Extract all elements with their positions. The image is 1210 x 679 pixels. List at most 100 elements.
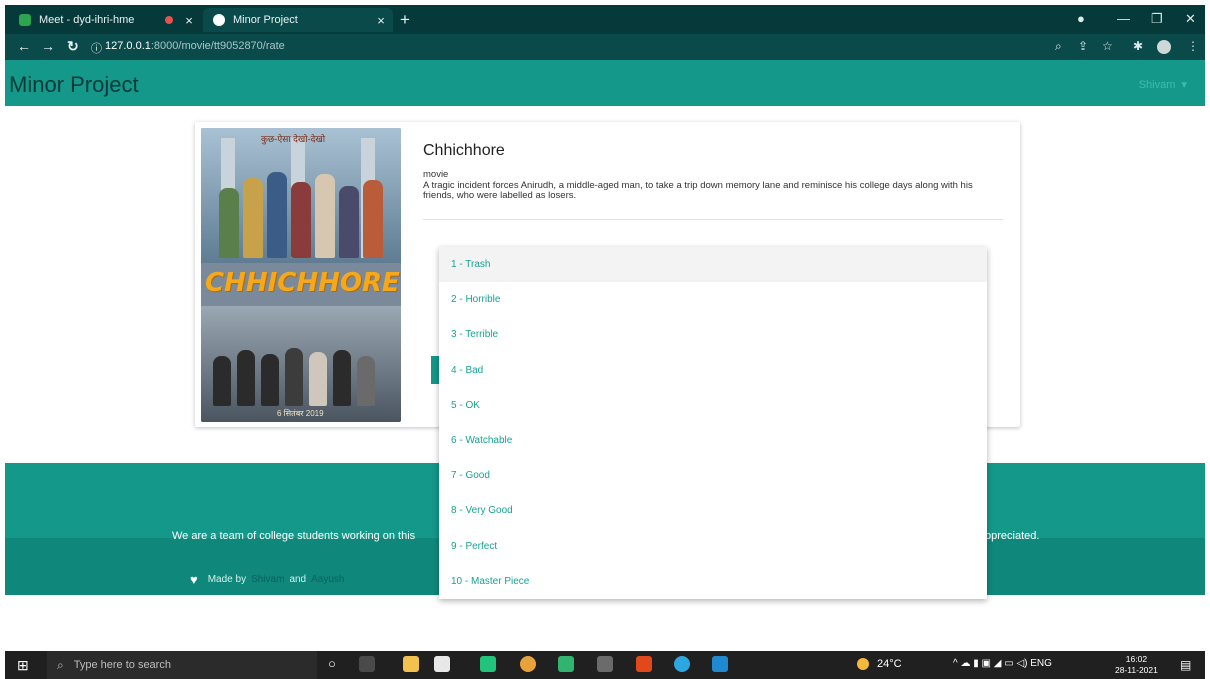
tab-label: Minor Project: [233, 14, 298, 26]
divider: [423, 219, 1003, 220]
movie-description: A tragic incident forces Anirudh, a midd…: [423, 180, 973, 201]
file-explorer-icon[interactable]: [403, 656, 419, 672]
globe-icon: [213, 14, 225, 26]
clock-time: 16:02: [1125, 654, 1148, 664]
taskbar-search[interactable]: ⌕ Type here to search: [47, 651, 317, 679]
poster-person: [309, 352, 327, 406]
poster-title: CHHICHHORE: [205, 268, 400, 298]
star-icon[interactable]: ☆: [1102, 39, 1113, 53]
rating-option[interactable]: 8 - Very Good: [439, 493, 987, 528]
poster-bottom-scene: 6 सितंबर 2019: [201, 306, 401, 422]
user-name: Shivam: [1138, 79, 1176, 91]
weather-widget[interactable]: 24°C: [857, 658, 902, 670]
poster-person: [285, 348, 303, 406]
poster-person: [339, 186, 359, 258]
cc-icon[interactable]: [597, 656, 613, 672]
poster-person: [363, 180, 383, 258]
made-by-line: ♥ Made by Shivam and Aayush: [190, 572, 349, 587]
poster-person: [357, 356, 375, 406]
close-tab-icon[interactable]: ×: [181, 13, 197, 28]
cortana-icon[interactable]: ○: [328, 656, 344, 672]
poster-person: [315, 174, 335, 258]
author-link-shivam[interactable]: Shivam: [251, 574, 284, 585]
rating-option[interactable]: 7 - Good: [439, 458, 987, 493]
rating-option[interactable]: 6 - Watchable: [439, 423, 987, 458]
rating-option[interactable]: 3 - Terrible: [439, 317, 987, 352]
rating-option[interactable]: 9 - Perfect: [439, 529, 987, 564]
minimize-icon[interactable]: —: [1117, 11, 1130, 26]
made-by-label: Made by: [207, 574, 247, 585]
address-bar: ← → ↻ ⓘ 127.0.0.1:8000/movie/tt9052870/r…: [5, 34, 1205, 60]
store-icon[interactable]: [434, 656, 450, 672]
url-field[interactable]: 127.0.0.1:8000/movie/tt9052870/rate: [105, 40, 285, 52]
rating-option[interactable]: 1 - Trash: [439, 247, 987, 283]
vscode-icon[interactable]: [712, 656, 728, 672]
temperature: 24°C: [877, 658, 902, 670]
screen: Meet - dyd-ihri-hme × Minor Project × + …: [0, 0, 1210, 679]
reload-icon[interactable]: ↻: [67, 38, 79, 55]
tab-meet[interactable]: Meet - dyd-ihri-hme ×: [19, 8, 201, 32]
profile-avatar-icon[interactable]: [1157, 40, 1171, 54]
poster-person: [261, 354, 279, 406]
tab-minor-project[interactable]: Minor Project ×: [203, 8, 393, 32]
poster-tagline: कुछ-ऐसा देखो-देखो: [261, 134, 326, 144]
system-tray[interactable]: ^ ☁ ▮ ▣ ◢ ▭ ◁) ENG: [953, 658, 1052, 669]
rating-option[interactable]: 10 - Master Piece: [439, 564, 987, 599]
recording-icon: [165, 16, 173, 24]
poster-person: [243, 178, 263, 258]
menu-icon[interactable]: ⋮: [1187, 39, 1199, 53]
restore-icon[interactable]: ❐: [1151, 11, 1163, 27]
submit-button-edge[interactable]: [431, 356, 439, 384]
search-placeholder: Type here to search: [73, 659, 171, 671]
author-link-aayush[interactable]: Aayush: [311, 574, 344, 585]
footer-text-end: ppreciated.: [985, 530, 1040, 542]
language-indicator[interactable]: ENG: [1030, 658, 1052, 669]
poster-person: [237, 350, 255, 406]
poster-person: [291, 182, 311, 258]
clock-date: 28-11-2021: [1115, 665, 1158, 675]
movie-type: movie: [423, 169, 449, 180]
office-icon[interactable]: [636, 656, 652, 672]
notification-icon[interactable]: ▤: [1180, 658, 1191, 672]
task-view-icon[interactable]: [359, 656, 375, 672]
search-icon: ⌕: [57, 657, 64, 672]
rating-option[interactable]: 2 - Horrible: [439, 282, 987, 317]
clock[interactable]: 16:02 28-11-2021: [1115, 654, 1158, 676]
poster-release-date: 6 सितंबर 2019: [277, 409, 324, 418]
rating-dropdown: 1 - Trash 2 - Horrible 3 - Terrible 4 - …: [439, 247, 987, 599]
close-tab-icon[interactable]: ×: [373, 13, 389, 28]
poster-person: [333, 350, 351, 406]
close-window-icon[interactable]: ✕: [1185, 11, 1196, 27]
and-label: and: [289, 574, 307, 585]
rating-option[interactable]: 5 - OK: [439, 388, 987, 423]
movie-title: Chhichhore: [423, 142, 505, 159]
app-navbar: Minor Project Shivam ▾: [5, 60, 1205, 106]
zoom-icon[interactable]: ⌕: [1055, 39, 1062, 54]
sun-icon: [857, 658, 869, 670]
footer-text: We are a team of college students workin…: [172, 530, 416, 542]
share-icon[interactable]: ⇪: [1078, 39, 1088, 53]
telegram-icon[interactable]: [674, 656, 690, 672]
brand-logo[interactable]: Minor Project: [9, 72, 139, 98]
info-icon[interactable]: ⓘ: [91, 40, 102, 56]
profile-dot-icon[interactable]: ●: [1077, 11, 1085, 26]
heart-icon: ♥: [190, 572, 198, 587]
forward-arrow-icon[interactable]: →: [41, 38, 55, 54]
new-tab-icon[interactable]: +: [400, 10, 410, 30]
pycharm-icon[interactable]: [480, 656, 496, 672]
back-arrow-icon[interactable]: ←: [17, 38, 31, 54]
app-icon[interactable]: [558, 656, 574, 672]
windows-start-icon[interactable]: ⊞: [17, 657, 29, 674]
poster-person: [219, 188, 239, 258]
tab-label: Meet - dyd-ihri-hme: [39, 14, 135, 26]
browser-tab-bar: Meet - dyd-ihri-hme × Minor Project × + …: [5, 5, 1205, 34]
windows-taskbar: ⊞ ⌕ Type here to search ○ 24°C ^ ☁ ▮ ▣ ◢…: [5, 651, 1205, 679]
user-menu[interactable]: Shivam ▾: [1139, 78, 1187, 91]
rating-option[interactable]: 4 - Bad: [439, 353, 987, 388]
meet-icon: [19, 14, 31, 26]
extensions-icon[interactable]: ✱: [1133, 39, 1143, 53]
poster-person: [267, 172, 287, 258]
url-path: :8000/movie/tt9052870/rate: [150, 40, 285, 52]
poster-person: [213, 356, 231, 406]
chrome-icon[interactable]: [520, 656, 536, 672]
